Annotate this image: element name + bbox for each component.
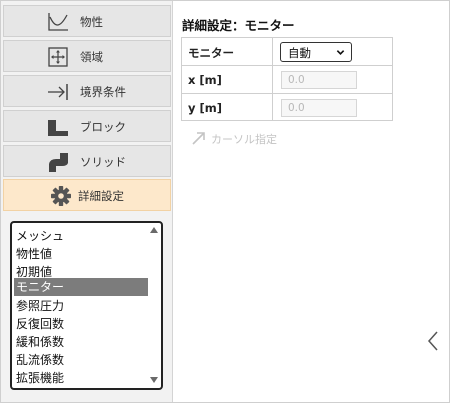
y-input-placeholder: 0.0 [288,102,305,114]
sidebar-item-domain[interactable]: 領域 [3,40,171,72]
sidebar-item-advanced-settings[interactable]: 詳細設定 [3,179,171,211]
sidebar-item-physical-property[interactable]: 物性 [3,5,171,37]
domain-move-icon [48,47,68,67]
monitor-row: モニター 自動 [182,38,392,66]
x-label: x [m] [188,73,222,87]
list-item-turbulence-factor[interactable]: 乱流係数 [14,351,148,369]
y-input[interactable]: 0.0 [281,99,357,117]
list-item-mesh[interactable]: メッシュ [14,227,148,245]
curve-chart-icon [48,13,68,31]
list-item-monitor[interactable]: モニター [14,278,148,296]
x-row: x [m] 0.0 [182,66,392,94]
chevron-down-icon [336,50,345,55]
diagonal-arrow-icon [192,132,205,145]
monitor-select[interactable]: 自動 [280,42,352,62]
x-input[interactable]: 0.0 [281,71,357,89]
sidebar-item-solid[interactable]: ソリッド [3,145,171,177]
sidebar-item-label: ブロック [80,120,126,134]
sidebar: 物性 領域 境界条件 ブロック ソリッド 詳細設定 メッシュ 物性値 初期値 モ… [1,1,173,402]
cursor-specify-button[interactable]: カーソル指定 [191,128,291,148]
monitor-label: モニター [188,46,234,60]
y-label: y [m] [188,101,222,115]
cursor-specify-label: カーソル指定 [211,133,277,146]
scroll-down-arrow[interactable] [150,377,158,383]
app-window: 物性 領域 境界条件 ブロック ソリッド 詳細設定 メッシュ 物性値 初期値 モ… [0,0,450,403]
sidebar-item-label: 物性 [80,15,103,29]
solid-shape-icon [49,153,68,172]
arrow-to-wall-icon [48,84,68,100]
sidebar-item-label: 境界条件 [80,85,126,99]
list-item-property-values[interactable]: 物性値 [14,245,148,263]
settings-category-list[interactable]: メッシュ 物性値 初期値 モニター 参照圧力 反復回数 緩和係数 乱流係数 拡張… [10,221,163,390]
list-item-extensions[interactable]: 拡張機能 [14,369,148,387]
sidebar-item-label: 領域 [80,50,103,64]
list-item-iterations[interactable]: 反復回数 [14,315,148,333]
block-icon [48,120,68,136]
scroll-up-arrow[interactable] [150,227,158,233]
sidebar-item-label: 詳細設定 [78,189,124,203]
list-item-reference-pressure[interactable]: 参照圧力 [14,297,148,315]
y-row: y [m] 0.0 [182,94,392,122]
panel-title: 詳細設定：モニター [182,18,295,33]
list-item-relaxation-factor[interactable]: 緩和係数 [14,333,148,351]
monitor-settings-table: モニター 自動 x [m] 0.0 y [m] 0.0 [181,37,393,121]
sidebar-item-boundary-conditions[interactable]: 境界条件 [3,75,171,107]
monitor-select-value: 自動 [288,46,311,60]
x-input-placeholder: 0.0 [288,74,305,86]
gear-icon [51,186,71,206]
sidebar-item-label: ソリッド [80,155,126,169]
chevron-left-icon[interactable] [424,328,442,354]
sidebar-item-block[interactable]: ブロック [3,110,171,142]
